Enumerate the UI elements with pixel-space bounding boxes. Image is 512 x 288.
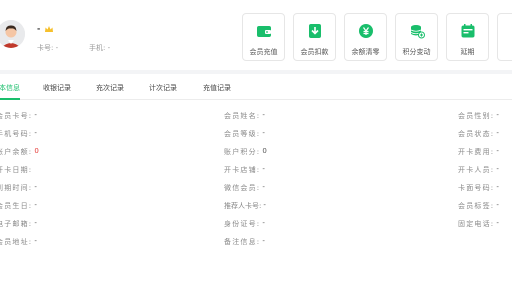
tab-recharge-records[interactable]: 充值记录 [203, 83, 231, 93]
field-birthday: 会员生日:- [0, 201, 37, 210]
calendar-icon [461, 24, 474, 38]
phone-value: - [107, 44, 111, 52]
info-row: 手机号码:- 会员等级:- 会员状态:- [0, 129, 512, 147]
more-action-label: 挂 [498, 47, 512, 57]
tab-basic-info[interactable]: 基本信息 [0, 83, 20, 93]
info-row: 到期时间:- 微信会员:- 卡面号码:- [0, 183, 512, 201]
field-gender: 会员性别: - [458, 111, 499, 120]
yen-clear-icon [358, 24, 373, 38]
field-referrer-card: 推荐人卡号: - [224, 201, 266, 210]
tab-count-records[interactable]: 计次记录 [149, 83, 177, 93]
member-sub-info: 卡号: - 手机: - [37, 43, 110, 53]
member-name-line: - [37, 24, 54, 33]
field-card-fee: 开卡费用: - [458, 147, 499, 156]
info-row: 开卡日期: 开卡店铺:- 开卡人员:- [0, 165, 512, 183]
info-row: 会员地址:- 备注信息:- [0, 237, 512, 255]
clear-balance-button[interactable]: 余额清零 [344, 13, 387, 61]
field-member-status: 会员状态: - [458, 129, 499, 138]
field-remarks: 备注信息: - [224, 237, 265, 246]
info-row: 电子邮箱:- 身份证号:- 固定电话:- [0, 219, 512, 237]
member-name: - [37, 24, 41, 33]
avatar [0, 20, 25, 48]
field-member-tags: 会员标签: - [458, 201, 499, 210]
active-tab-indicator [0, 98, 20, 100]
points-change-button[interactable]: 积分变动 [395, 13, 438, 61]
phone-label: 手机: [89, 44, 106, 52]
card-number-value: - [55, 44, 59, 52]
field-phone: 手机号码:- [0, 129, 37, 138]
deduct-label: 会员扣款 [300, 48, 329, 56]
tab-cashier-records[interactable]: 收银记录 [43, 83, 71, 93]
tab-bar: 基本信息 收银记录 充次记录 计次记录 充值记录 [0, 74, 512, 100]
card-number-group: 卡号: - [37, 43, 89, 53]
deduct-button[interactable]: 会员扣款 [293, 13, 336, 61]
field-card-face-number: 卡面号码: - [458, 183, 499, 192]
field-member-name: 会员姓名: - [224, 111, 265, 120]
points-change-label: 积分变动 [402, 48, 431, 56]
extend-button[interactable]: 延期 [446, 13, 489, 61]
extend-label: 延期 [460, 48, 475, 56]
field-points: 账户积分: 0 [224, 147, 267, 156]
field-open-date: 开卡日期: [0, 166, 33, 174]
field-card-number: 会员卡号:- [0, 111, 37, 120]
action-toolbar: 会员充值 会员扣款 余额清零 积分变动 延期 [242, 13, 512, 61]
card-number-label: 卡号: [37, 44, 54, 52]
field-open-staff: 开卡人员: - [458, 165, 499, 174]
field-open-store: 开卡店铺: - [224, 165, 265, 174]
phone-group: 手机: - [89, 43, 110, 53]
field-balance: 账户余额:0 [0, 147, 39, 156]
field-member-level: 会员等级: - [224, 129, 265, 138]
tab-recharge-count-records[interactable]: 充次记录 [96, 83, 124, 93]
field-address: 会员地址:- [0, 237, 37, 246]
deduct-icon [308, 24, 321, 38]
member-detail-page: - 卡号: - 手机: - 会员充值 会员扣款 余额清零 积分变动 延期 本信息… [0, 0, 512, 288]
more-action-button[interactable]: 挂 [497, 13, 512, 61]
points-icon [410, 25, 425, 39]
info-row: 账户余额:0 账户积分:0 开卡费用:- [0, 147, 512, 165]
recharge-label: 会员充值 [249, 48, 278, 56]
field-wechat-member: 微信会员: - [224, 183, 265, 192]
recharge-button[interactable]: 会员充值 [242, 13, 285, 61]
info-row: 会员卡号:- 会员姓名:- 会员性别:- [0, 111, 512, 129]
field-landline: 固定电话: - [458, 219, 499, 228]
member-header: - 卡号: - 手机: - 会员充值 会员扣款 余额清零 积分变动 延期 [0, 0, 512, 70]
wallet-icon [256, 26, 271, 37]
avatar-person-icon [0, 20, 25, 48]
field-id-number: 身份证号: - [224, 219, 265, 228]
clear-balance-label: 余额清零 [351, 48, 380, 56]
field-email: 电子邮箱:- [0, 219, 37, 228]
crown-icon [45, 25, 54, 32]
info-row: 会员生日:- 推荐人卡号:- 会员标签:- [0, 201, 512, 219]
field-expiry: 到期时间:- [0, 183, 37, 192]
